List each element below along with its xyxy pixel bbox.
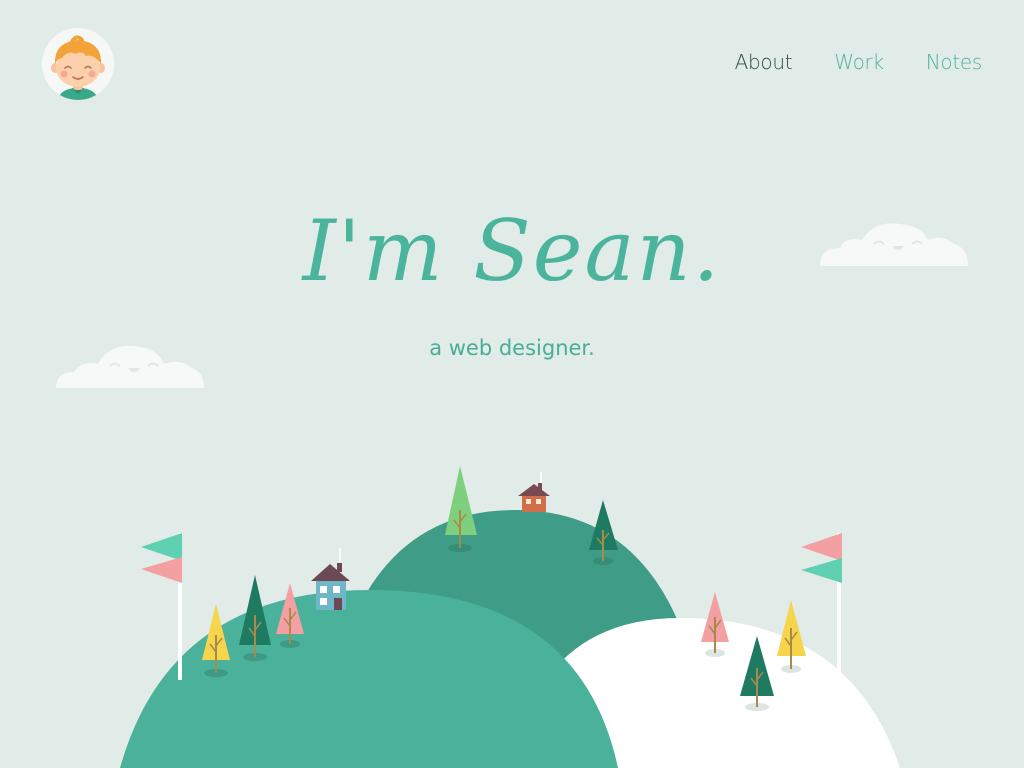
cloud-icon [54,342,206,390]
house-icon [311,548,350,610]
flag-icon [141,533,182,680]
page: About Work Notes I'm Sean. a web designe… [0,0,1024,768]
boy-avatar-icon[interactable] [42,28,114,100]
cloud-icon [818,220,970,268]
house-icon [518,472,550,512]
nav-link-work[interactable]: Work [834,50,884,74]
nav-link-about[interactable]: About [735,50,793,74]
hills-illustration [0,440,1024,768]
nav-link-notes[interactable]: Notes [926,50,983,74]
main-nav: About Work Notes [735,50,983,74]
